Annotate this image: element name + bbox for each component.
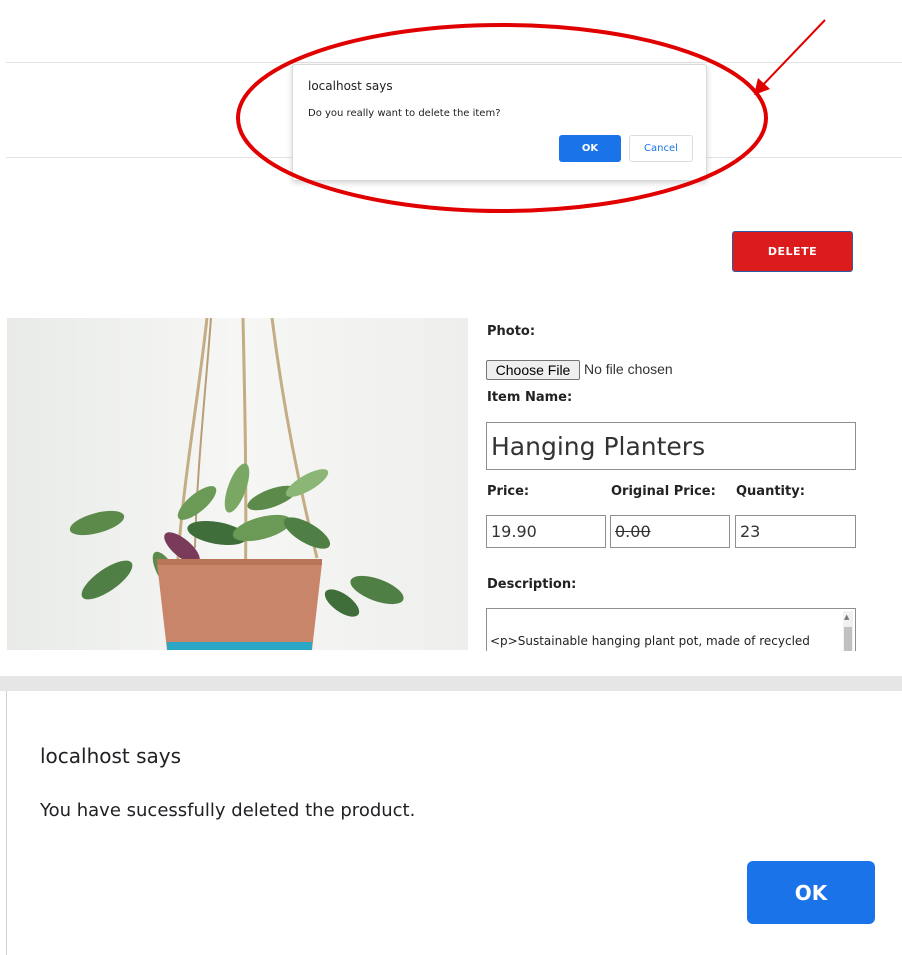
price-input[interactable] [486, 515, 606, 548]
description-textarea[interactable]: <p>Sustainable hanging plant pot, made o… [486, 608, 856, 651]
confirm-dialog-message: Do you really want to delete the item? [308, 108, 501, 119]
alert-dialog: localhost says You have sucessfully dele… [6, 691, 902, 955]
quantity-label: Quantity: [736, 484, 805, 499]
scrollbar-up-icon[interactable]: ▲ [844, 613, 849, 621]
file-status-text: No file chosen [584, 361, 673, 377]
original-price-input[interactable] [610, 515, 730, 548]
delete-button[interactable]: DELETE [732, 231, 853, 272]
original-price-label: Original Price: [611, 484, 716, 499]
alert-dialog-message: You have sucessfully deleted the product… [40, 800, 416, 821]
product-photo [7, 318, 468, 650]
annotation-arrow-line [759, 19, 826, 89]
divider-top [6, 62, 902, 63]
item-name-label: Item Name: [487, 390, 573, 405]
item-name-input[interactable] [486, 422, 856, 470]
alert-dialog-origin: localhost says [40, 744, 182, 768]
price-label: Price: [487, 484, 530, 499]
quantity-input[interactable] [735, 515, 856, 548]
description-scrollbar[interactable]: ▲ [843, 611, 853, 651]
screenshot-separator [0, 676, 902, 691]
annotation-arrowhead-icon [754, 78, 770, 95]
photo-label: Photo: [487, 324, 536, 339]
alert-ok-button[interactable]: OK [747, 861, 875, 924]
choose-file-button[interactable]: Choose File [486, 360, 580, 380]
confirm-ok-button[interactable]: OK [559, 135, 621, 162]
confirm-dialog: localhost says Do you really want to del… [292, 64, 707, 181]
description-text: <p>Sustainable hanging plant pot, made o… [490, 634, 810, 648]
confirm-dialog-origin: localhost says [308, 79, 393, 93]
scrollbar-thumb[interactable] [844, 627, 852, 651]
confirm-cancel-button[interactable]: Cancel [629, 135, 693, 162]
description-label: Description: [487, 577, 577, 592]
